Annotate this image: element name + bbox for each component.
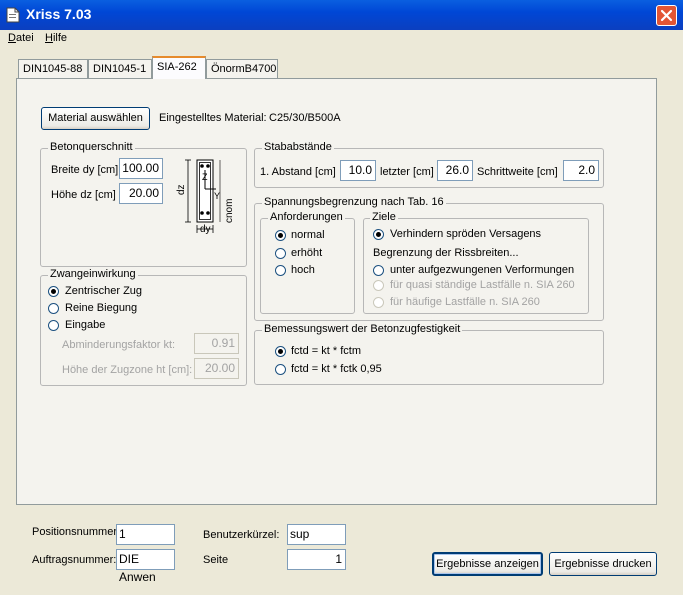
- z-label: Z: [202, 172, 208, 182]
- auftragsnummer-label: Auftragsnummer:: [32, 554, 117, 566]
- abminderung-label: Abminderungsfaktor kt:: [62, 339, 176, 351]
- benutzer-input[interactable]: sup: [287, 524, 346, 545]
- hoehe-input[interactable]: 20.00: [119, 183, 163, 204]
- anforderung-label-hoch: hoch: [291, 264, 315, 276]
- seite-input[interactable]: 1: [287, 549, 346, 570]
- zwang-label-eingabe: Eingabe: [65, 319, 106, 331]
- zwang-radio-zentrisch[interactable]: [48, 286, 59, 297]
- ziel-label-sproed: Verhindern spröden Versagens: [390, 228, 542, 240]
- close-button[interactable]: [656, 5, 677, 26]
- hoehe-zugzone-input[interactable]: 20.00: [194, 358, 239, 379]
- zwang-title: Zwangeinwirkung: [48, 268, 138, 280]
- menu-datei[interactable]: Datei: [8, 32, 34, 44]
- hoehe-label: Höhe dz [cm]: [51, 189, 116, 201]
- ziel-label-quasi: für quasi ständige Lastfälle n. SIA 260: [390, 279, 575, 291]
- positionsnummer-label: Positionsnummer:: [32, 526, 121, 538]
- zwang-label-biegung: Reine Biegung: [65, 302, 138, 314]
- zwang-label-zentrisch: Zentrischer Zug: [65, 285, 143, 297]
- material-caption: Eingestelltes Material:: [159, 112, 267, 124]
- spannung-title: Spannungsbegrenzung nach Tab. 16: [262, 196, 446, 208]
- dz-label: dz: [176, 184, 187, 195]
- ziel-radio-haeufig[interactable]: [373, 297, 384, 308]
- title-bar[interactable]: Xriss 7.03: [0, 0, 683, 30]
- close-icon: [660, 9, 673, 22]
- anforderung-radio-hoch[interactable]: [275, 265, 286, 276]
- bemessung-group: [254, 330, 604, 385]
- ziel-radio-sproed[interactable]: [373, 229, 384, 240]
- tab-sia-262[interactable]: SIA-262: [152, 56, 206, 79]
- tab-din1045-88[interactable]: DIN1045-88: [18, 59, 88, 78]
- bemessung-radio-fctk[interactable]: [275, 364, 286, 375]
- window-title: Xriss 7.03: [26, 6, 92, 22]
- bemessung-title: Bemessungswert der Betonzugfestigkeit: [262, 323, 463, 335]
- ergebnisse-drucken-button[interactable]: Ergebnisse drucken: [549, 552, 657, 576]
- ziel-label-haeufig: für häufige Lastfälle n. SIA 260: [390, 296, 540, 308]
- zwang-radio-biegung[interactable]: [48, 303, 59, 314]
- bemessung-label-fctm: fctd = kt * fctm: [291, 345, 361, 357]
- hoehe-zugzone-label: Höhe der Zugzone ht [cm]:: [62, 364, 193, 376]
- breite-label: Breite dy [cm]: [51, 164, 119, 176]
- stababstaende-title: Stababstände: [262, 141, 334, 153]
- ergebnisse-anzeigen-button[interactable]: Ergebnisse anzeigen: [432, 552, 543, 576]
- auftragsnummer-input[interactable]: DIE Anwen: [116, 549, 175, 584]
- positionsnummer-input[interactable]: 1: [116, 524, 175, 545]
- schrittweite-label: Schrittweite [cm]: [477, 166, 558, 178]
- material-select-button[interactable]: Material auswählen: [41, 107, 150, 130]
- material-value: C25/30/B500A: [269, 112, 341, 124]
- anforderungen-title: Anforderungen: [268, 211, 345, 223]
- ziel-label-aufgezwungen: unter aufgezwungenen Verformungen: [390, 264, 575, 276]
- anforderung-radio-normal[interactable]: [275, 230, 286, 241]
- tab-oenormb4700[interactable]: ÖnormB4700: [206, 59, 278, 78]
- y-label: Y: [214, 191, 220, 201]
- cnom-label: cnom: [224, 199, 235, 223]
- cross-section-diagram: dz dy Z Y cnom: [172, 155, 244, 235]
- menu-bar: Datei Hilfe: [0, 30, 683, 48]
- seite-label: Seite: [203, 554, 229, 566]
- anforderung-label-normal: normal: [291, 229, 325, 241]
- ziel-radio-aufgezwungen[interactable]: [373, 265, 384, 276]
- ziele-title: Ziele: [370, 211, 398, 223]
- app-icon: [6, 7, 20, 23]
- zwang-radio-eingabe[interactable]: [48, 320, 59, 331]
- anforderung-label-erhoeht: erhöht: [291, 247, 323, 259]
- letzter-label: letzter [cm]: [380, 166, 434, 178]
- abminderung-input[interactable]: 0.91: [194, 333, 239, 354]
- dy-label: dy: [200, 224, 211, 235]
- anforderung-radio-erhoeht[interactable]: [275, 248, 286, 259]
- bemessung-label-fctk: fctd = kt * fctk 0,95: [291, 363, 382, 375]
- cross-section-icon: dz dy Z Y cnom: [176, 159, 235, 235]
- letzter-input[interactable]: 26.0: [437, 160, 473, 181]
- menu-hilfe[interactable]: Hilfe: [45, 32, 67, 44]
- erster-abstand-input[interactable]: 10.0: [340, 160, 376, 181]
- benutzer-label: Benutzerkürzel:: [203, 529, 280, 541]
- erster-abstand-label: 1. Abstand [cm]: [260, 166, 336, 178]
- ziel-radio-quasi[interactable]: [373, 280, 384, 291]
- tab-din1045-1[interactable]: DIN1045-1: [88, 59, 152, 78]
- breite-input[interactable]: 100.00: [119, 158, 163, 179]
- begrenzung-caption: Begrenzung der Rissbreiten...: [373, 247, 519, 259]
- bemessung-radio-fctm[interactable]: [275, 346, 286, 357]
- schrittweite-input[interactable]: 2.0: [563, 160, 599, 181]
- betonquerschnitt-title: Betonquerschnitt: [48, 141, 135, 153]
